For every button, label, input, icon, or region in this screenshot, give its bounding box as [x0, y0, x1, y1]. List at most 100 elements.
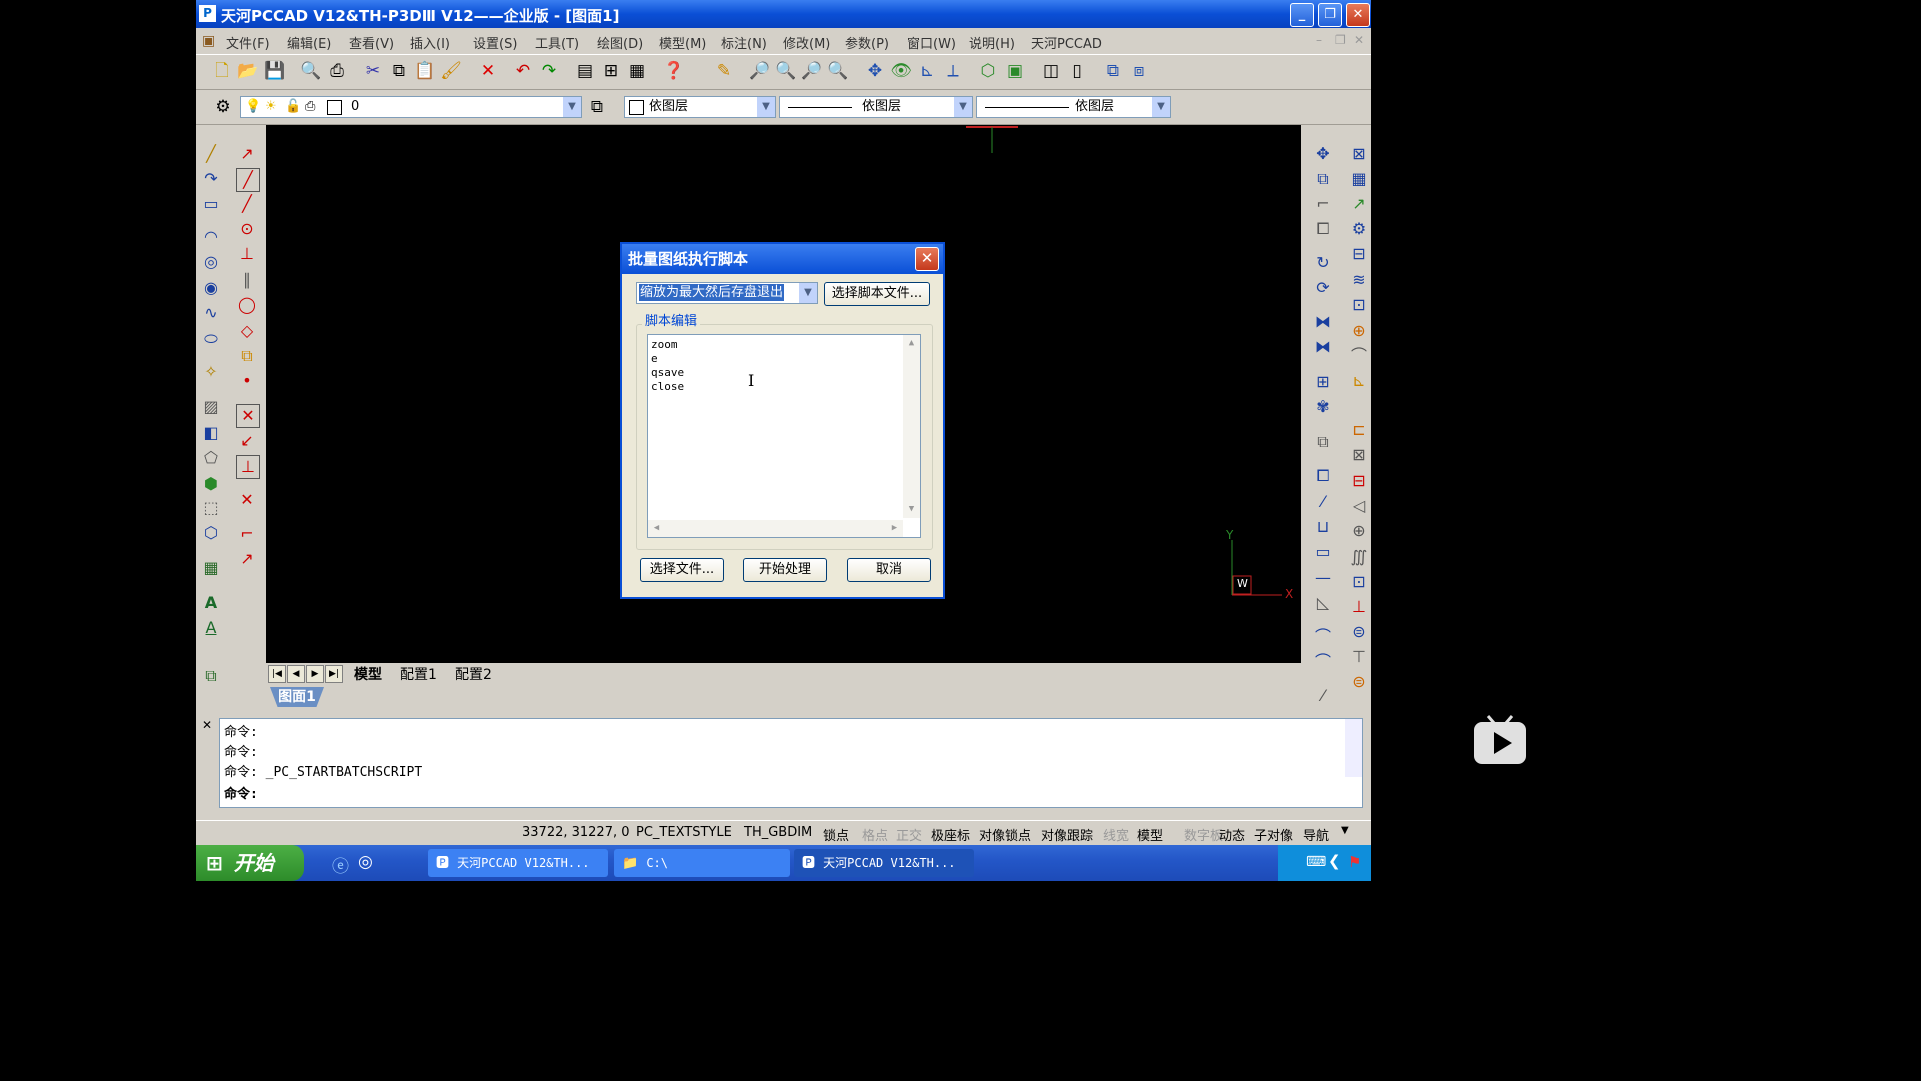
editor-vertical-scrollbar[interactable]: ▲ ▼ — [903, 335, 920, 518]
tool-palette-icon[interactable]: ▦ — [626, 60, 648, 82]
extend-icon[interactable]: ⊔ — [1312, 516, 1334, 538]
chevron-down-icon[interactable]: ▼ — [1152, 97, 1170, 117]
snap-none-icon[interactable]: ✕ — [236, 489, 258, 511]
boundary-icon[interactable]: ⬠ — [200, 447, 222, 469]
rivet-icon[interactable]: ⊕ — [1348, 520, 1370, 542]
snap-parallel-icon[interactable]: ∥ — [236, 269, 258, 291]
menu-model[interactable]: 模型(M) — [659, 33, 706, 52]
insert-block-icon[interactable]: ⧉ — [200, 665, 222, 687]
ucs-icon[interactable]: ⊾ — [916, 60, 938, 82]
donut-icon[interactable]: ◉ — [200, 277, 222, 299]
close-button[interactable]: ✕ — [1346, 3, 1370, 27]
spring-icon[interactable]: ≋ — [1348, 269, 1370, 291]
print-icon[interactable]: ⎙ — [326, 60, 348, 82]
redo-icon[interactable]: ↷ — [538, 60, 560, 82]
first-tab-icon[interactable]: |◀ — [268, 665, 286, 683]
trim-icon[interactable]: ⁄ — [1312, 491, 1334, 513]
spline-icon[interactable]: ∿ — [200, 302, 222, 324]
command-close-icon[interactable]: ✕ — [202, 718, 212, 732]
scale-icon[interactable]: ⧉ — [1312, 431, 1334, 453]
network-icon[interactable]: ⚑ — [1348, 853, 1361, 871]
mdi-restore-button[interactable]: ❐ — [1335, 33, 1346, 47]
table-icon[interactable]: ▦ — [200, 557, 222, 579]
hatch-icon[interactable]: ▨ — [200, 396, 222, 418]
menu-edit[interactable]: 编辑(E) — [287, 33, 331, 52]
rotate-copy-icon[interactable]: ⟳ — [1312, 277, 1334, 299]
match-properties-icon[interactable]: 🖌 — [440, 60, 462, 82]
design-center-icon[interactable]: ⊞ — [600, 60, 622, 82]
lineweight-select[interactable]: 依图层 ▼ — [976, 96, 1171, 118]
paste-icon[interactable]: 📋 — [414, 60, 436, 82]
document-icon[interactable]: ▣ — [202, 33, 215, 49]
orbit-icon[interactable]: ✥ — [864, 60, 886, 82]
save-icon[interactable]: 💾 — [264, 60, 286, 82]
toggle-tablet[interactable]: 数字板 — [1184, 825, 1223, 844]
snap-center-icon[interactable]: ⊙ — [236, 218, 258, 240]
snap-quadrant-icon[interactable]: ◇ — [236, 320, 258, 342]
shaft-icon[interactable]: ⊕ — [1348, 320, 1370, 342]
zoom-window-icon[interactable]: 🔎 — [801, 60, 823, 82]
scroll-right-icon[interactable]: ▶ — [887, 521, 902, 536]
keyboard-icon[interactable]: ⌨ — [1306, 854, 1326, 870]
menu-help[interactable]: 说明(H) — [969, 33, 1015, 52]
region-icon[interactable]: ◧ — [200, 422, 222, 444]
snap-insert-icon[interactable]: ⧉ — [236, 345, 258, 367]
datum-icon[interactable]: ⊥ — [1348, 596, 1370, 618]
menu-pccad[interactable]: 天河PCCAD — [1031, 33, 1102, 52]
menu-view[interactable]: 查看(V) — [349, 33, 394, 52]
bom-icon[interactable]: ⊤ — [1348, 646, 1370, 668]
offset-icon[interactable]: ⧠ — [1312, 218, 1334, 240]
next-tab-icon[interactable]: ▶ — [306, 665, 324, 683]
toggle-model[interactable]: 模型 — [1137, 825, 1163, 844]
mdi-close-button[interactable]: ✕ — [1354, 33, 1364, 47]
last-tab-icon[interactable]: ▶| — [325, 665, 343, 683]
block-icon[interactable]: ⧈ — [1128, 60, 1150, 82]
shade-icon[interactable]: ⬡ — [977, 60, 999, 82]
print-preview-icon[interactable]: 🔍 — [300, 60, 322, 82]
chevron-down-icon[interactable]: ▼ — [954, 97, 972, 117]
zoom-realtime-icon[interactable]: 🔎 — [749, 60, 771, 82]
mirror-icon[interactable]: ⧓ — [1312, 311, 1334, 333]
tab-layout2[interactable]: 配置2 — [455, 664, 492, 684]
color-select[interactable]: 依图层 ▼ — [624, 96, 776, 118]
revcloud-icon[interactable]: ⬡ — [200, 522, 222, 544]
snap-midpoint-icon[interactable]: ╱ — [236, 193, 258, 215]
arc-corner-icon[interactable]: ⌒ — [1312, 651, 1334, 673]
command-history[interactable]: 命令: 命令: 命令: _PC_STARTBATCHSCRIPT 命令: — [219, 718, 1363, 808]
balloon-icon[interactable]: ⊜ — [1348, 671, 1370, 693]
menu-parameters[interactable]: 参数(P) — [845, 33, 889, 52]
command-scrollbar[interactable] — [1345, 719, 1362, 777]
tab-layout1[interactable]: 配置1 — [400, 664, 437, 684]
chevron-down-icon[interactable]: ▼ — [563, 97, 581, 117]
menu-dimension[interactable]: 标注(N) — [721, 33, 767, 52]
command-prompt[interactable]: 命令: — [224, 785, 258, 805]
move-icon[interactable]: ✥ — [1312, 143, 1334, 165]
script-select[interactable]: 缩放为最大然后存盘退出 ▼ — [636, 282, 818, 304]
rectangle-icon[interactable]: ▭ — [200, 193, 222, 215]
mirror-copy-icon[interactable]: ⧓ — [1312, 336, 1334, 358]
snap-nearest-icon[interactable]: ↙ — [236, 430, 258, 452]
menu-tools[interactable]: 工具(T) — [535, 33, 579, 52]
chevron-down-icon[interactable]: ▼ — [799, 283, 817, 303]
text-icon[interactable]: A — [200, 617, 222, 639]
open-file-icon[interactable]: 📂 — [237, 60, 259, 82]
circle-icon[interactable]: ◎ — [200, 251, 222, 273]
new-file-icon[interactable]: 🗋 — [211, 60, 233, 82]
mdi-minimize-button[interactable]: – — [1316, 33, 1322, 47]
scroll-up-icon[interactable]: ▲ — [904, 336, 919, 351]
fill-icon[interactable]: ⬢ — [200, 473, 222, 495]
snap-endpoint-icon[interactable]: ↗ — [236, 143, 258, 165]
snap-from-icon[interactable]: ⌐ — [236, 523, 258, 545]
minimize-button[interactable]: _ — [1290, 3, 1314, 27]
video-play-icon[interactable] — [1472, 714, 1528, 766]
roughness-icon[interactable]: ∭ — [1348, 546, 1370, 568]
point-icon[interactable]: ✧ — [200, 361, 222, 383]
nut-icon[interactable]: ⊠ — [1348, 444, 1370, 466]
break-icon[interactable]: ▭ — [1312, 541, 1334, 563]
toggle-navigation[interactable]: 导航 — [1303, 825, 1329, 844]
snap-node-icon[interactable]: • — [236, 370, 258, 392]
menu-settings[interactable]: 设置(S) — [473, 33, 517, 52]
align-icon[interactable]: ⟂ — [942, 60, 964, 82]
status-menu-icon[interactable]: ▼ — [1341, 825, 1349, 836]
array-icon[interactable]: ⊞ — [1312, 371, 1334, 393]
